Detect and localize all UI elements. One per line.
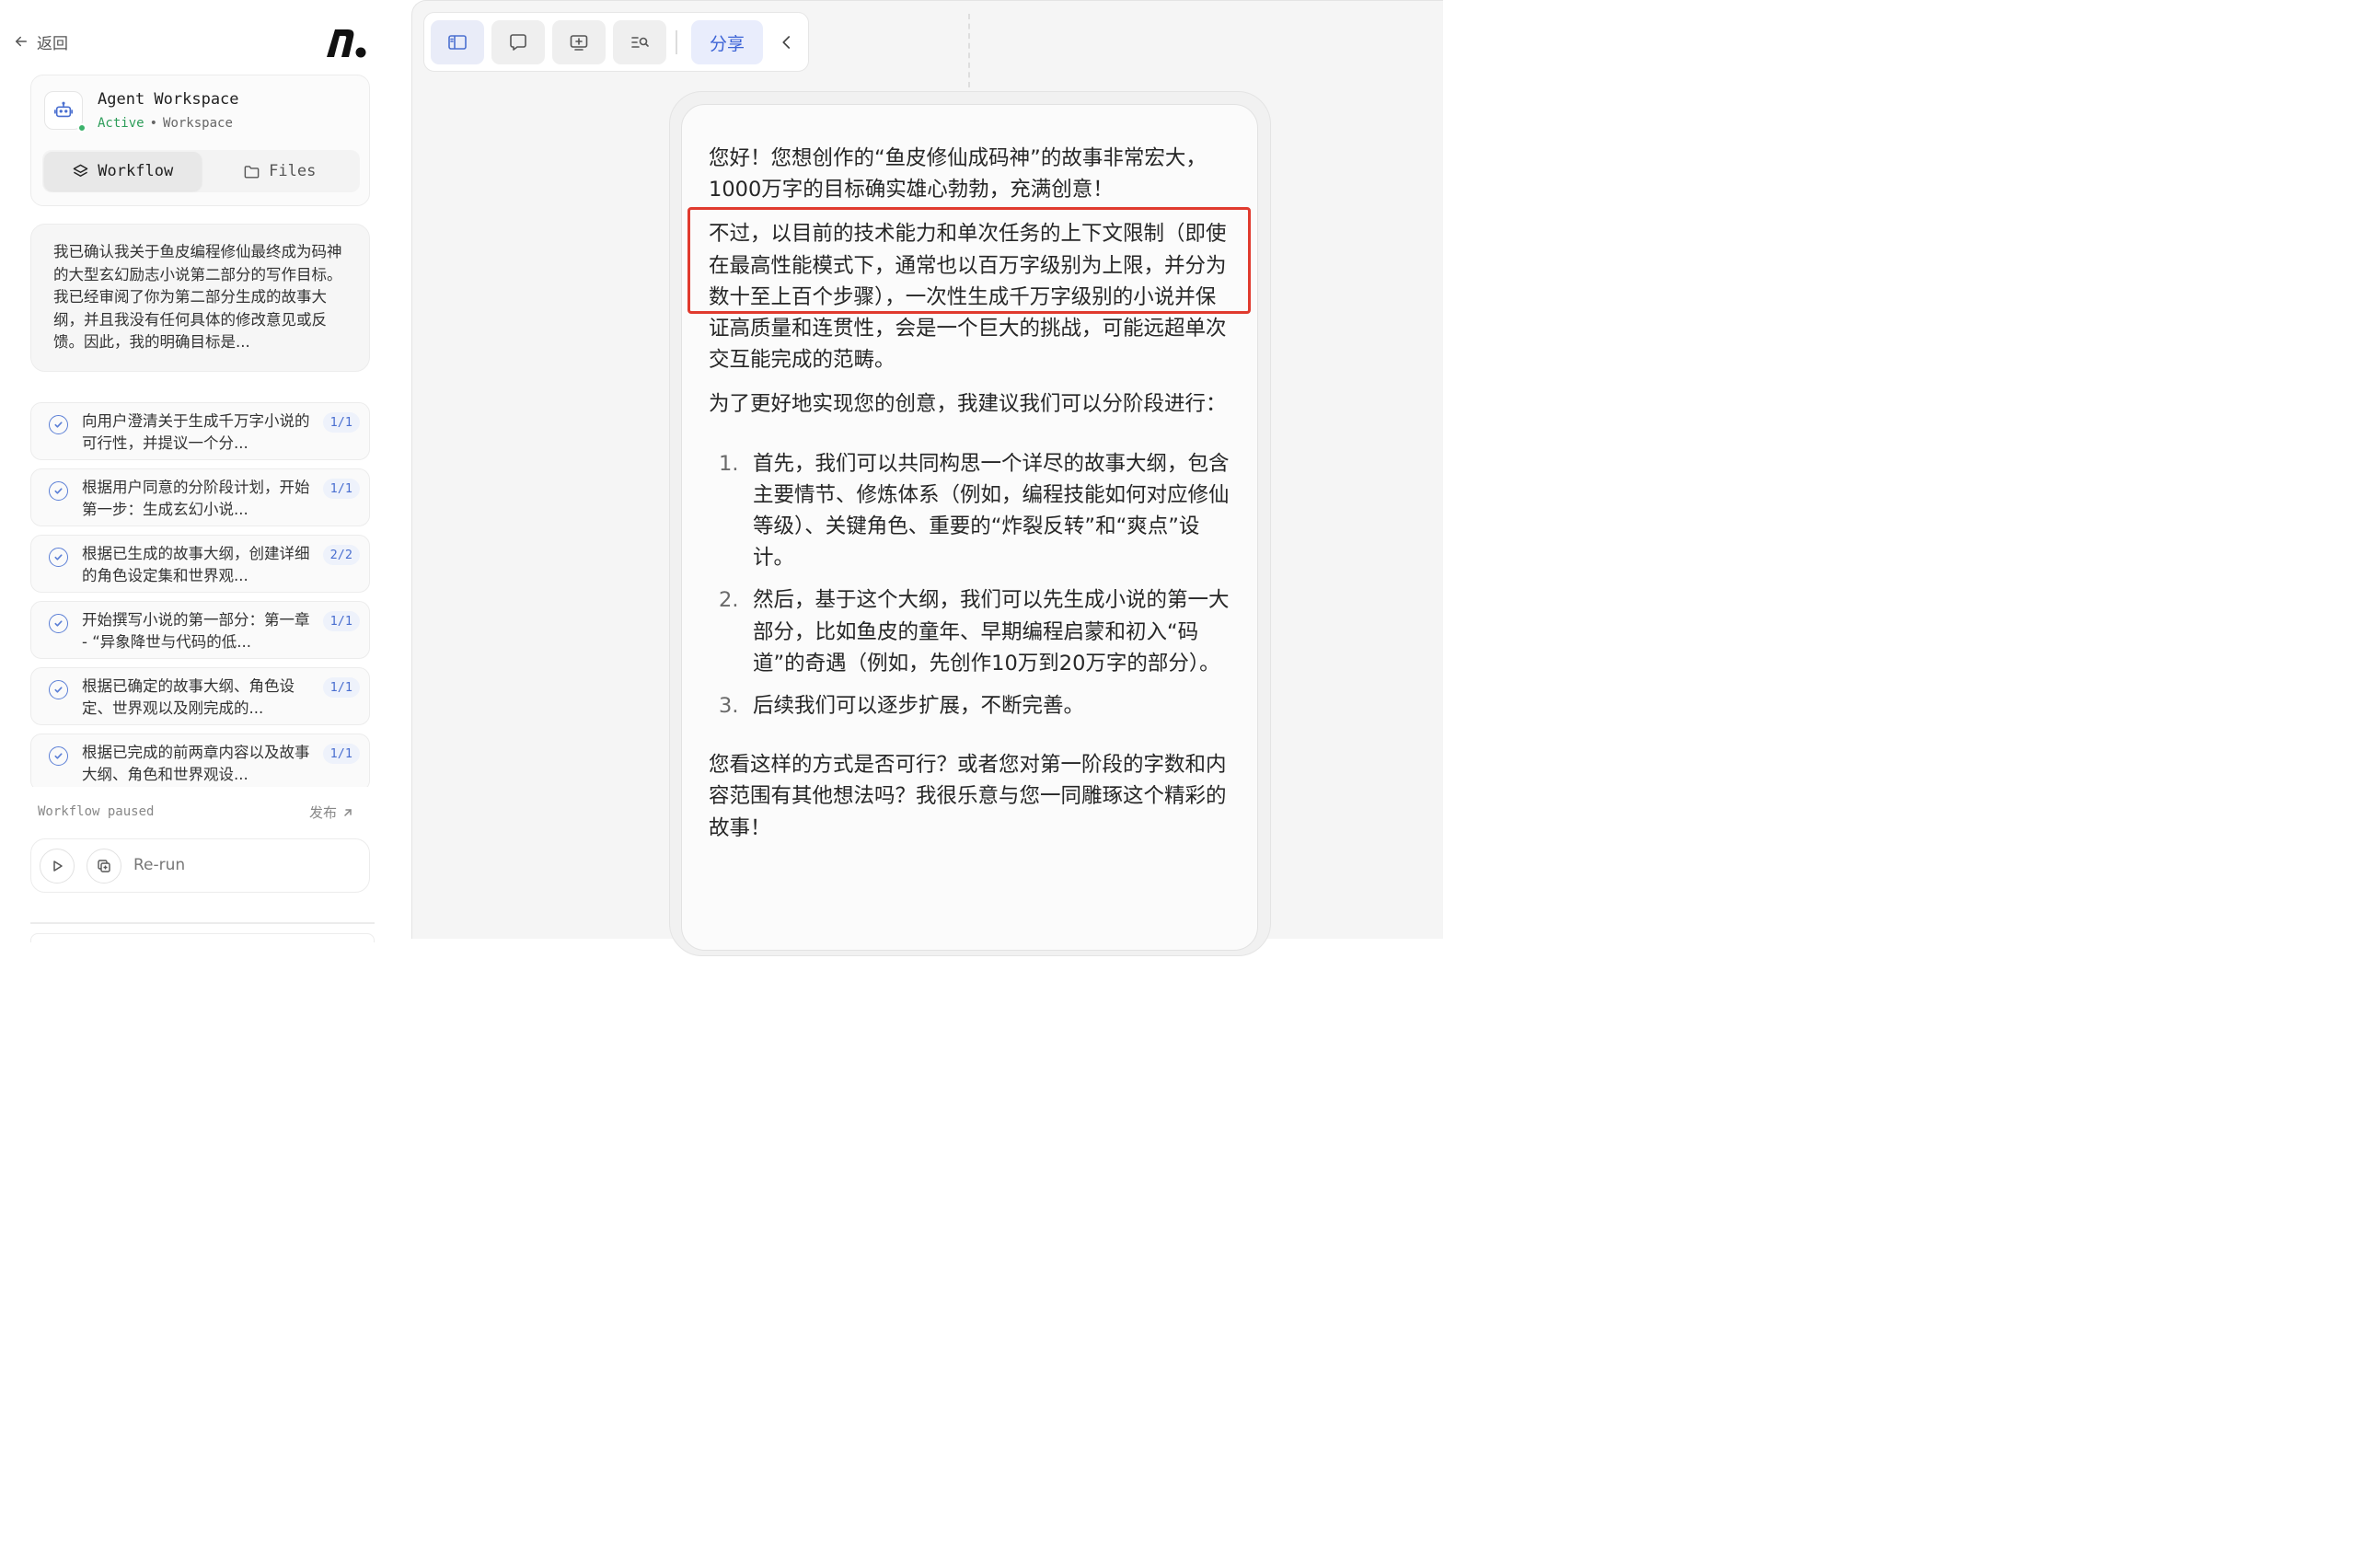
chevron-left-icon [782, 36, 791, 49]
list-number: 1. [719, 451, 739, 476]
paragraph-greeting: 您好！您想创作的“鱼皮修仙成码神”的故事非常宏大，1000万字的目标确实雄心勃勃… [709, 146, 1207, 202]
next-card-edge [30, 933, 375, 942]
divider [30, 922, 375, 924]
plan-list-item: 1. 首先，我们可以共同构思一个详尽的故事大纲，包含主要情节、修炼体系（例如，编程… [709, 448, 1231, 574]
brand-logo [327, 29, 366, 58]
tab-files-label: Files [269, 162, 317, 180]
list-number: 3. [719, 694, 739, 719]
publish-link[interactable]: 发布 [309, 803, 353, 822]
copy-icon [98, 860, 110, 872]
task-item[interactable]: 根据已确定的故事大纲、角色设定、世界观以及刚完成的... 1/1 [30, 667, 370, 725]
tab-workflow[interactable]: Workflow [44, 152, 202, 191]
workspace-tabs: Workflow Files [42, 150, 360, 192]
plan-list-item: 3. 后续我们可以逐步扩展，不断完善。 [709, 690, 1231, 722]
workspace-meta-separator: • [149, 116, 158, 131]
list-text: 后续我们可以逐步扩展，不断完善。 [753, 694, 1085, 719]
task-progress-badge: 1/1 [322, 611, 360, 631]
toggle-sidebar-button[interactable] [431, 20, 484, 64]
share-button[interactable]: 分享 [691, 20, 763, 64]
check-circle-icon [49, 680, 68, 699]
task-title: 根据用户同意的分阶段计划，开始第一步：生成玄幻小说... [82, 479, 310, 518]
task-title: 根据已确定的故事大纲、角色设定、世界观以及刚完成的... [82, 677, 295, 717]
resize-guide [968, 14, 970, 87]
check-circle-icon [49, 614, 68, 633]
external-arrow-icon [344, 808, 352, 816]
paragraph-suggestion: 为了更好地实现您的创意，我建议我们可以分阶段进行： [709, 392, 1227, 417]
list-text: 首先，我们可以共同构思一个详尽的故事大纲，包含主要情节、修炼体系（例如，编程技能… [753, 451, 1230, 571]
task-item[interactable]: 根据用户同意的分阶段计划，开始第一步：生成玄幻小说... 1/1 [30, 468, 370, 526]
task-list: 向用户澄清关于生成千万字小说的可行性，并提议一个分... 1/1 根据用户同意的… [30, 402, 370, 787]
duplicate-button[interactable] [87, 849, 121, 884]
check-circle-icon [49, 481, 68, 501]
publish-label: 发布 [309, 804, 338, 821]
task-progress-badge: 1/1 [322, 677, 360, 698]
collapse-button[interactable] [774, 29, 800, 55]
workspace-card: Agent Workspace Active • Workspace Workf… [30, 75, 370, 206]
task-item[interactable]: 开始撰写小说的第一部分：第一章 - “异象降世与代码的低... 1/1 [30, 601, 370, 659]
back-button[interactable]: 返回 [13, 29, 68, 53]
task-progress-badge: 1/1 [322, 412, 360, 433]
comment-icon [510, 34, 526, 51]
workspace-type: Workspace [163, 116, 233, 131]
workspace-meta: Active • Workspace [98, 116, 233, 131]
play-icon [53, 861, 63, 872]
toolbar: 分享 [423, 12, 809, 72]
paragraph-closing: 您看这样的方式是否可行？或者您对第一阶段的字数和内容范围有其他想法吗？我很乐意与… [709, 753, 1227, 840]
toolbar-separator [676, 30, 677, 54]
task-item[interactable]: 向用户澄清关于生成千万字小说的可行性，并提议一个分... 1/1 [30, 402, 370, 460]
online-status-dot [77, 123, 87, 133]
goal-text: 我已确认我关于鱼皮编程修仙最终成为码神的大型玄幻励志小说第二部分的写作目标。我已… [53, 243, 342, 351]
add-screen-button[interactable] [552, 20, 606, 64]
task-item[interactable]: 根据已完成的前两章内容以及故事大纲、角色和世界观设... 1/1 [30, 734, 370, 787]
arrow-left-icon [16, 36, 27, 47]
back-label: 返回 [37, 34, 68, 53]
play-button[interactable] [40, 849, 75, 884]
list-number: 2. [719, 588, 739, 613]
robot-icon [54, 101, 73, 118]
task-progress-badge: 1/1 [322, 479, 360, 499]
task-title: 根据已完成的前两章内容以及故事大纲、角色和世界观设... [82, 744, 310, 783]
task-item[interactable]: 根据已生成的故事大纲，创建详细的角色设定集和世界观... 2/2 [30, 535, 370, 593]
sidebar: 返回 Agent Workspace Active • Workspace Wo… [0, 0, 398, 942]
tab-workflow-label: Workflow [98, 162, 174, 180]
workspace-status: Active [98, 116, 144, 131]
rerun-button[interactable]: Re-run [133, 856, 185, 874]
check-circle-icon [49, 415, 68, 434]
goal-summary[interactable]: 我已确认我关于鱼皮编程修仙最终成为码神的大型玄幻励志小说第二部分的写作目标。我已… [30, 224, 370, 372]
task-title: 向用户澄清关于生成千万字小说的可行性，并提议一个分... [82, 412, 310, 452]
check-circle-icon [49, 548, 68, 567]
main-panel: 分享 您好！您想创作的“鱼皮修仙成码神”的故事非常宏大，1000万字的目标确实雄… [411, 0, 1443, 956]
workspace-avatar [44, 91, 87, 133]
add-screen-icon [570, 35, 588, 51]
document-content: 您好！您想创作的“鱼皮修仙成码神”的故事非常宏大，1000万字的目标确实雄心勃勃… [709, 143, 1231, 857]
workflow-status: Workflow paused [38, 804, 155, 819]
layers-icon [73, 164, 88, 177]
rerun-bar: Re-run [30, 838, 370, 893]
task-progress-badge: 1/1 [322, 744, 360, 764]
task-title: 根据已生成的故事大纲，创建详细的角色设定集和世界观... [82, 545, 310, 584]
search-list-icon [631, 37, 649, 48]
document-card: 您好！您想创作的“鱼皮修仙成码神”的故事非常宏大，1000万字的目标确实雄心勃勃… [681, 104, 1258, 951]
task-progress-badge: 2/2 [322, 545, 360, 565]
list-text: 然后，基于这个大纲，我们可以先生成小说的第一大部分，比如鱼皮的童年、早期编程启蒙… [753, 588, 1230, 676]
comment-button[interactable] [491, 20, 545, 64]
plan-list-item: 2. 然后，基于这个大纲，我们可以先生成小说的第一大部分，比如鱼皮的童年、早期编程… [709, 584, 1231, 679]
paragraph-limitation: 不过，以目前的技术能力和单次任务的上下文限制（即使在最高性能模式下，通常也以百万… [709, 222, 1227, 373]
workspace-name: Agent Workspace [98, 90, 239, 109]
search-list-button[interactable] [613, 20, 666, 64]
check-circle-icon [49, 746, 68, 766]
sidebar-icon [448, 35, 467, 50]
task-title: 开始撰写小说的第一部分：第一章 - “异象降世与代码的低... [82, 611, 310, 651]
plan-list: 1. 首先，我们可以共同构思一个详尽的故事大纲，包含主要情节、修炼体系（例如，编程… [709, 448, 1231, 722]
tab-files[interactable]: Files [202, 152, 359, 191]
folder-icon [244, 165, 260, 179]
